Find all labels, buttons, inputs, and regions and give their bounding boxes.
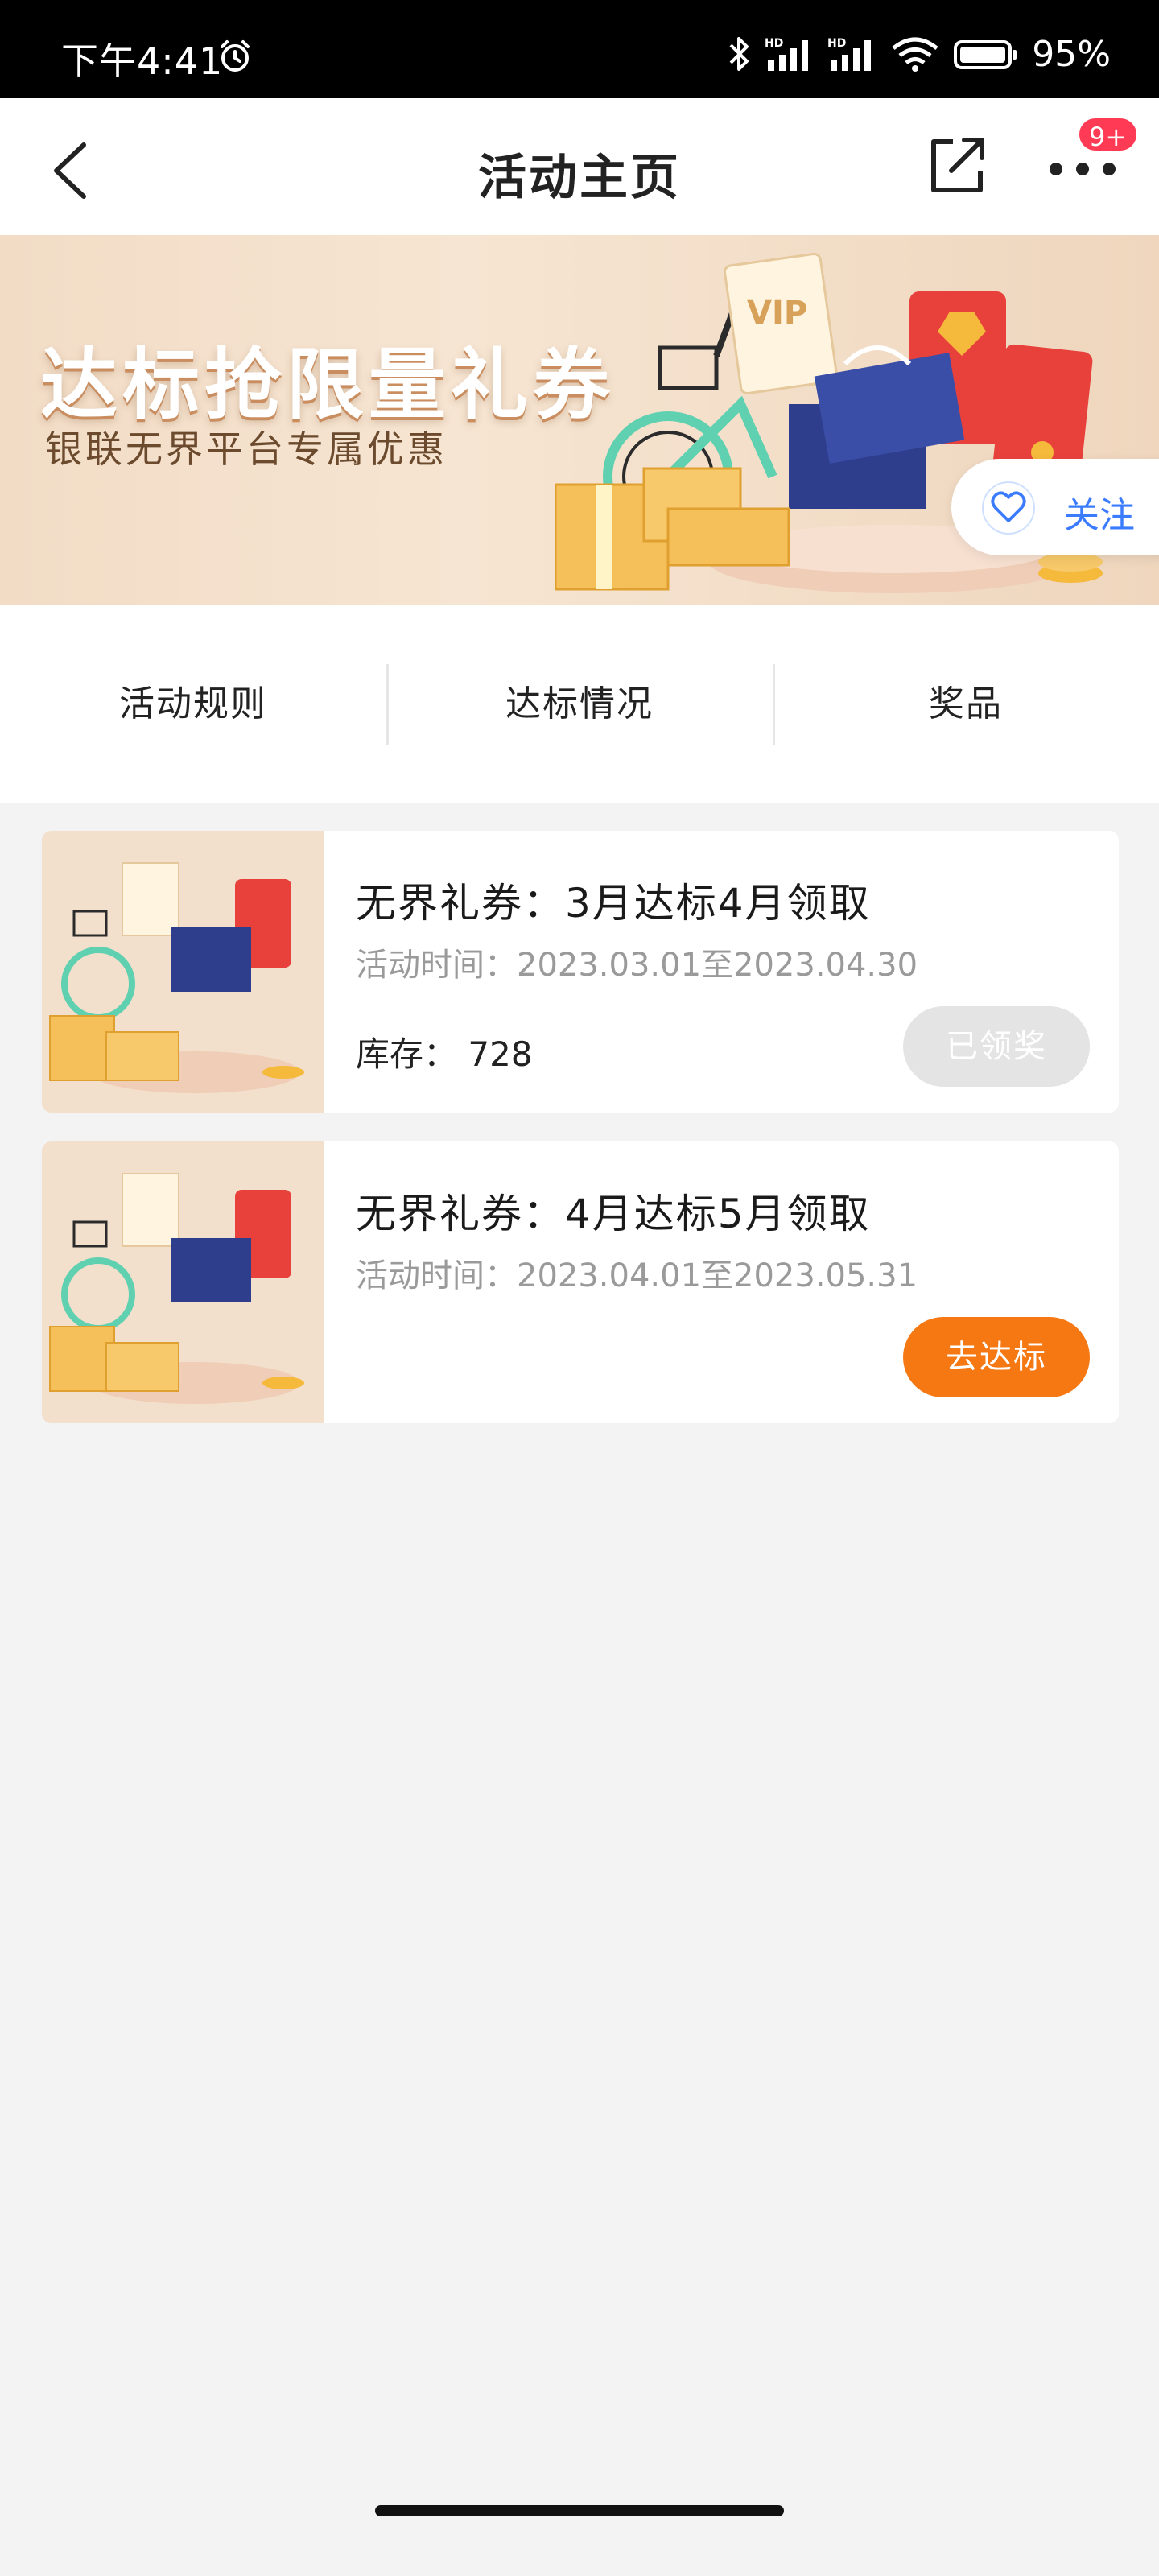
status-icons: HD HD 95% (728, 33, 1111, 75)
share-external-icon[interactable] (924, 134, 988, 198)
notification-badge: 9+ (1077, 116, 1140, 153)
alarm-icon (221, 40, 250, 72)
status-bar: 下午4:41 HD HD 95% (0, 0, 1159, 98)
vip-card-text: VIP (747, 295, 807, 332)
go-qualify-button[interactable]: 去达标 (903, 1317, 1090, 1397)
activity-card[interactable]: 无界礼券：4月达标5月领取 活动时间：2023.04.01至2023.05.31… (42, 1141, 1119, 1423)
promo-banner[interactable]: 达标抢限量礼券 银联无界平台专属优惠 VIP 关注 (0, 235, 1159, 605)
activity-stock: 库存： 728 (356, 1034, 533, 1074)
wifi-icon (892, 37, 938, 72)
heart-icon (982, 481, 1035, 535)
tab-rules[interactable]: 活动规则 (0, 664, 386, 745)
activity-title: 无界礼券：3月达标4月领取 (356, 880, 871, 927)
activity-thumbnail (42, 1141, 324, 1423)
activity-thumbnail (42, 831, 324, 1113)
activity-time: 活动时间：2023.03.01至2023.04.30 (356, 947, 918, 984)
claimed-button[interactable]: 已领奖 (903, 1006, 1090, 1087)
banner-subtitle: 银联无界平台专属优惠 (45, 427, 448, 471)
tab-progress[interactable]: 达标情况 (386, 664, 773, 745)
activity-title: 无界礼券：4月达标5月领取 (356, 1191, 871, 1237)
activity-card[interactable]: 无界礼券：3月达标4月领取 活动时间：2023.03.01至2023.04.30… (42, 831, 1119, 1113)
home-indicator[interactable] (375, 2505, 784, 2516)
tab-bar: 活动规则 达标情况 奖品 (0, 605, 1159, 803)
svg-text:HD: HD (765, 37, 783, 50)
tab-prizes[interactable]: 奖品 (773, 664, 1159, 745)
follow-button[interactable]: 关注 (951, 459, 1159, 555)
banner-title: 达标抢限量礼券 (40, 340, 615, 430)
battery-percent: 95% (1032, 33, 1111, 75)
activity-time: 活动时间：2023.04.01至2023.05.31 (356, 1257, 918, 1294)
top-nav-bar: 活动主页 9+ (0, 98, 1159, 235)
bluetooth-icon (729, 37, 749, 71)
status-time: 下午4:41 (61, 39, 224, 83)
battery-icon (954, 40, 1017, 69)
svg-text:HD: HD (827, 37, 846, 50)
signal-hd-icon: HD (827, 37, 872, 71)
follow-label: 关注 (1064, 495, 1135, 536)
signal-hd-icon: HD (765, 37, 809, 71)
